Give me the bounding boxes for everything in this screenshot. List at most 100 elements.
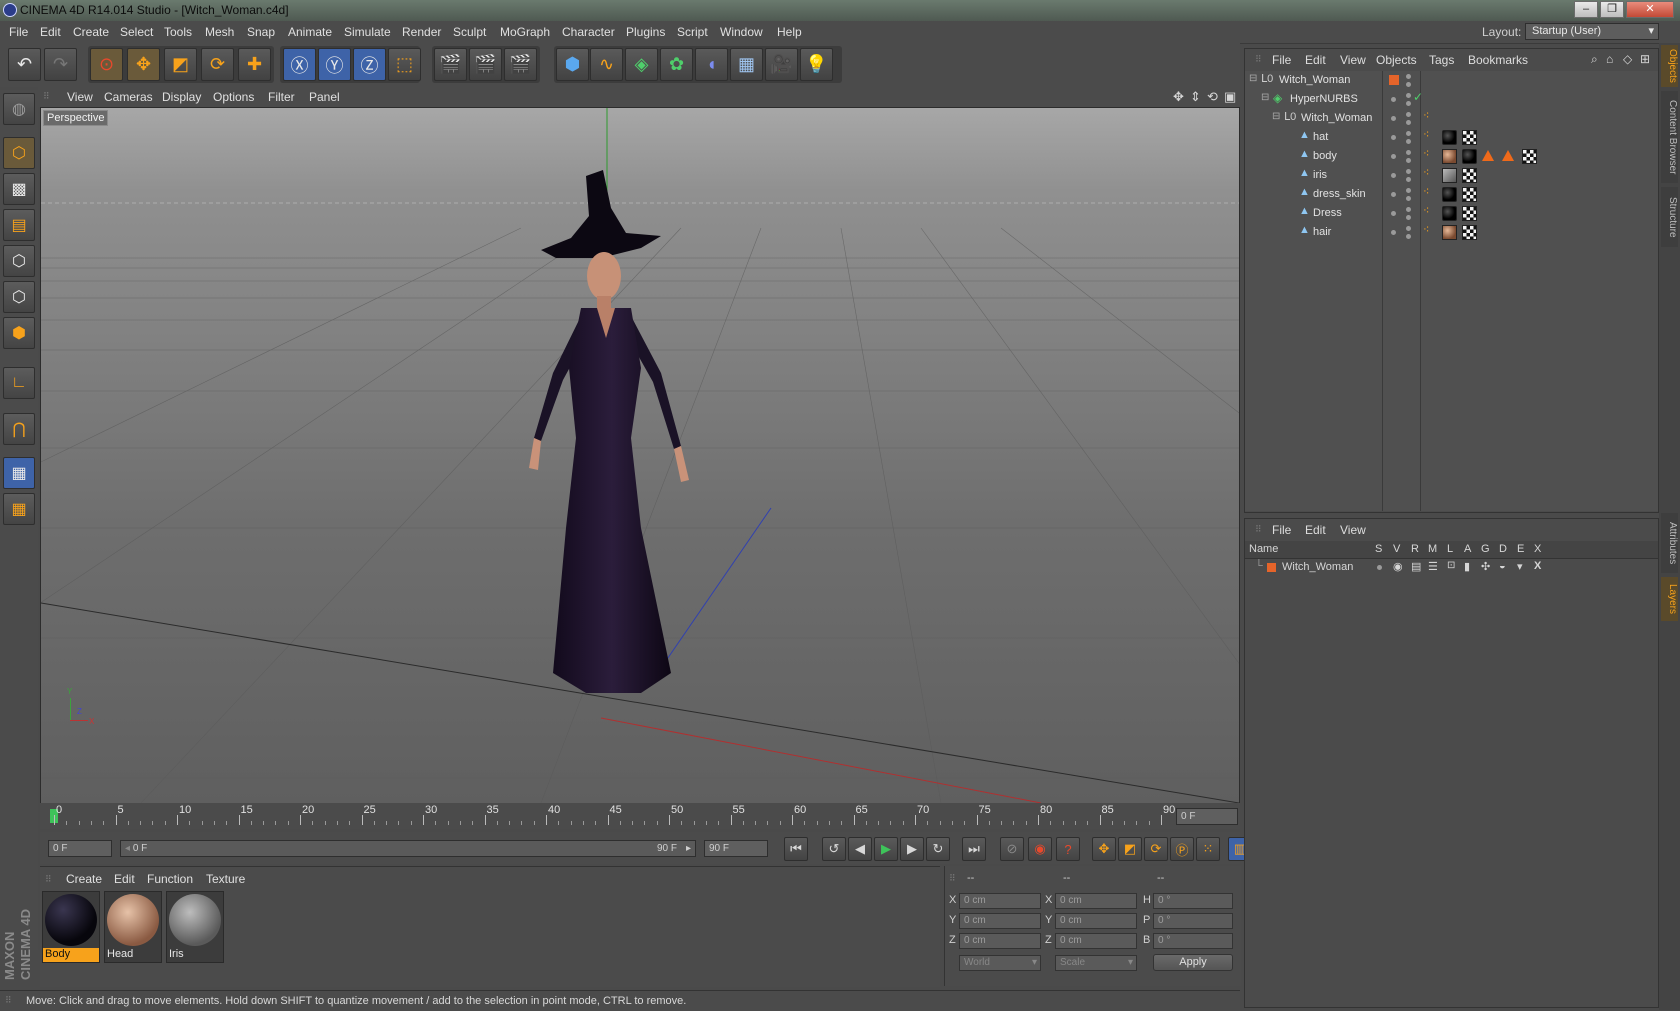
pan-icon[interactable]: ✥ — [1173, 89, 1184, 105]
viewport-menu-panel[interactable]: Panel — [309, 90, 340, 104]
uvw-tag-icon[interactable] — [1522, 149, 1537, 164]
space-dropdown[interactable]: World ▾ — [959, 955, 1041, 971]
material-tag-icon[interactable] — [1442, 168, 1457, 183]
frame-range-slider[interactable]: ◂ 0 F 90 F ▸ — [120, 840, 696, 857]
camera-button[interactable]: 🎥 — [765, 48, 798, 81]
collapse-icon[interactable]: ⊟ — [1272, 111, 1280, 122]
phong-tag-icon[interactable]: ⁖ — [1423, 204, 1429, 217]
object-row-hypernurbs[interactable]: ⊟ ◈ HyperNURBS ✓ — [1245, 90, 1658, 109]
model-mode-button[interactable]: ⬡ — [3, 137, 35, 169]
tab-content-browser[interactable]: Content Browser — [1661, 91, 1678, 183]
phong-tag-icon[interactable]: ⁖ — [1423, 147, 1429, 160]
tab-layers[interactable]: Layers — [1661, 577, 1678, 621]
generator-icon[interactable]: ✣ — [1481, 560, 1490, 573]
objects-menu-view[interactable]: View — [1340, 53, 1366, 67]
menu-help[interactable]: Help — [777, 25, 802, 39]
workplane-mode-button[interactable]: ▤ — [3, 209, 35, 241]
rot-p-field[interactable]: 0 ° — [1153, 913, 1233, 929]
film-icon[interactable]: ▮ — [1464, 560, 1470, 573]
close-button[interactable]: ✕ — [1626, 1, 1674, 18]
previous-frame-button[interactable]: ◀ — [848, 837, 872, 861]
render-visibility-dot[interactable] — [1406, 120, 1411, 125]
eye-icon[interactable]: ◉ — [1393, 560, 1403, 573]
snap-button[interactable]: ⋂ — [3, 413, 35, 445]
layer-row-witch-woman[interactable]: └ Witch_Woman ◉ ▤ ☰ ⊡ ▮ ✣ ◒ ▾ X — [1245, 559, 1658, 576]
render-picture-viewer-button[interactable]: 🎬 — [469, 48, 502, 81]
layer-color-swatch[interactable] — [1389, 75, 1399, 85]
record-keys-button[interactable]: ⊘ — [1000, 837, 1024, 861]
menu-plugins[interactable]: Plugins — [626, 25, 665, 39]
editor-visibility-dot[interactable] — [1406, 74, 1411, 79]
search-icon[interactable]: ⌕ — [1591, 52, 1598, 67]
next-frame-button[interactable]: ▶ — [900, 837, 924, 861]
objects-menu-tags[interactable]: Tags — [1429, 53, 1454, 67]
pos-z-field[interactable]: 0 cm — [959, 933, 1041, 949]
menu-script[interactable]: Script — [677, 25, 708, 39]
light-button[interactable]: 💡 — [800, 48, 833, 81]
go-to-start-button[interactable]: ⏮ — [784, 837, 808, 861]
selection-tag-icon[interactable] — [1482, 150, 1494, 161]
pos-y-field[interactable]: 0 cm — [959, 913, 1041, 929]
material-menu-texture[interactable]: Texture — [206, 872, 245, 886]
editor-visibility-dot[interactable] — [1391, 97, 1396, 102]
viewport-menu-cameras[interactable]: Cameras — [104, 90, 153, 104]
menu-window[interactable]: Window — [720, 25, 763, 39]
size-z-field[interactable]: 0 cm — [1055, 933, 1137, 949]
layer-color-swatch[interactable] — [1267, 563, 1276, 572]
current-frame-field[interactable]: 0 F — [1176, 808, 1238, 825]
material-body[interactable]: Body — [42, 891, 100, 963]
material-tag-icon[interactable] — [1442, 149, 1457, 164]
size-x-field[interactable]: 0 cm — [1055, 893, 1137, 909]
apply-button[interactable]: Apply — [1153, 954, 1233, 971]
material-tag-icon[interactable] — [1442, 225, 1457, 240]
array-button[interactable]: ✿ — [660, 48, 693, 81]
objects-menu-edit[interactable]: Edit — [1305, 53, 1326, 67]
polygons-mode-button[interactable]: ⬢ — [3, 317, 35, 349]
go-to-end-button[interactable]: ⏭ — [962, 837, 986, 861]
layers-menu-edit[interactable]: Edit — [1305, 523, 1326, 537]
rot-h-field[interactable]: 0 ° — [1153, 893, 1233, 909]
coordinate-system-button[interactable]: ⬚ — [388, 48, 421, 81]
objects-menu-file[interactable]: File — [1272, 53, 1291, 67]
editor-visibility-dot[interactable] — [1391, 173, 1396, 178]
start-frame-field[interactable]: 0 F — [48, 840, 112, 857]
uvw-tag-icon[interactable] — [1462, 168, 1477, 183]
texture-mode-button[interactable]: ▩ — [3, 173, 35, 205]
floor-button[interactable]: ▦ — [730, 48, 763, 81]
render-visibility-dot[interactable] — [1406, 234, 1411, 239]
mode-dropdown[interactable]: Scale ▾ — [1055, 955, 1137, 971]
menu-snap[interactable]: Snap — [247, 25, 275, 39]
layers-menu-view[interactable]: View — [1340, 523, 1366, 537]
key-scale-button[interactable]: ◩ — [1118, 837, 1142, 861]
object-row-witch-woman-child[interactable]: ⊟ ᒪ0 Witch_Woman ⁖ — [1245, 109, 1658, 128]
objects-menu-objects[interactable]: Objects — [1376, 53, 1417, 67]
viewport-menu-filter[interactable]: Filter — [268, 90, 295, 104]
viewport-menu-options[interactable]: Options — [213, 90, 254, 104]
x-axis-button[interactable]: Ⓧ — [283, 48, 316, 81]
menu-render[interactable]: Render — [402, 25, 441, 39]
material-iris[interactable]: Iris — [166, 891, 224, 963]
scale-tool-button[interactable]: ◩ — [164, 48, 197, 81]
material-menu-edit[interactable]: Edit — [114, 872, 135, 886]
minimize-button[interactable]: – — [1574, 1, 1598, 18]
render-visibility-dot[interactable] — [1406, 101, 1411, 106]
editor-visibility-dot[interactable] — [1391, 230, 1396, 235]
layout-dropdown[interactable]: Startup (User) ▾ — [1525, 23, 1659, 40]
expression-icon[interactable]: ▾ — [1517, 560, 1523, 573]
collapse-icon[interactable]: ⊟ — [1249, 73, 1257, 84]
phong-tag-icon[interactable]: ⁖ — [1423, 223, 1429, 236]
rotate-tool-button[interactable]: ⟳ — [201, 48, 234, 81]
object-row-dress-skin[interactable]: ▲ dress_skin ⁖ — [1245, 185, 1658, 204]
maximize-view-icon[interactable]: ▣ — [1224, 89, 1236, 105]
menu-character[interactable]: Character — [562, 25, 615, 39]
render-view-button[interactable]: 🎬 — [434, 48, 467, 81]
menu-mograph[interactable]: MoGraph — [500, 25, 550, 39]
tab-structure[interactable]: Structure — [1661, 187, 1678, 247]
uvw-tag-icon[interactable] — [1462, 206, 1477, 221]
phong-tag-icon[interactable]: ⁖ — [1423, 185, 1429, 198]
object-row-hair[interactable]: ▲ hair ⁖ — [1245, 223, 1658, 242]
move-tool-button[interactable]: ✥ — [127, 48, 160, 81]
menu-edit[interactable]: Edit — [40, 25, 61, 39]
editor-visibility-dot[interactable] — [1391, 211, 1396, 216]
menu-file[interactable]: File — [9, 25, 28, 39]
